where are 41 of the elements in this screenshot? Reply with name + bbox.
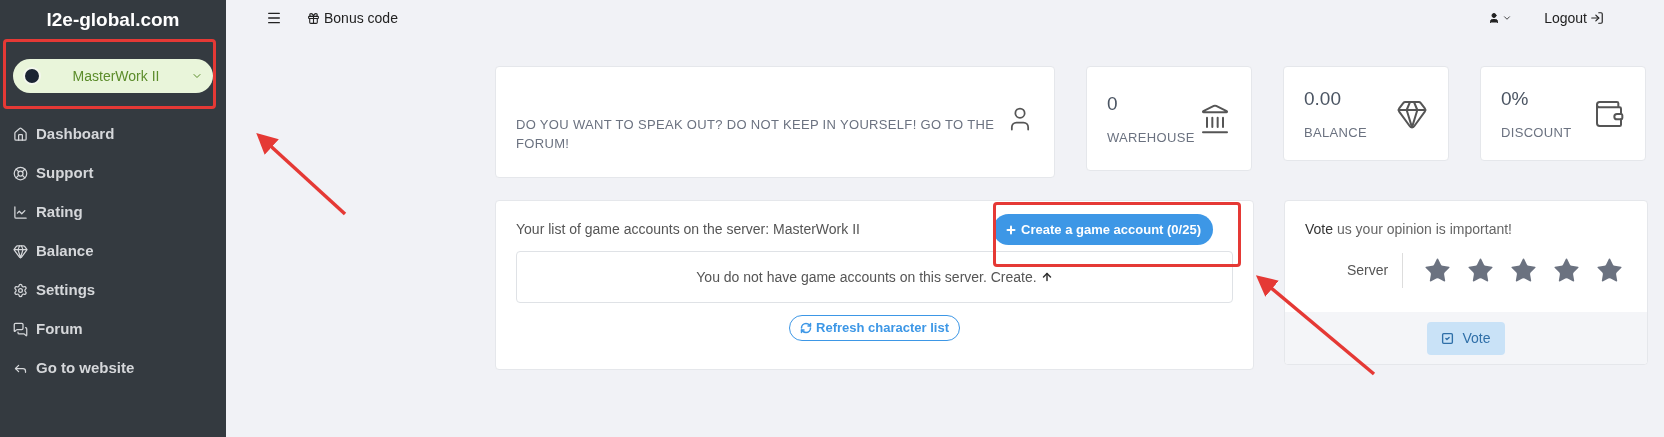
logout-icon [1590,11,1604,25]
checkbox-icon [1441,331,1455,345]
arrow-up-icon [1040,271,1053,283]
diamond-icon [13,244,28,259]
menu-icon[interactable] [266,10,282,26]
sidebar-item[interactable]: Rating [0,193,226,232]
gift-icon [307,11,320,25]
chat-icon [13,322,28,337]
sidebar-item[interactable]: Settings [0,271,226,310]
refresh-icon [800,322,812,334]
plus-icon [1005,223,1018,236]
sidebar-item[interactable]: Support [0,154,226,193]
stat-value: 0% [1501,86,1530,111]
server-select[interactable]: MasterWork II [13,59,213,93]
logout-link[interactable]: Logout [1544,7,1604,29]
vote-title: Vote us your opinion is important! [1305,221,1512,237]
server-logo-icon [23,67,41,85]
stat-label: DISCOUNT [1501,124,1572,142]
bank-icon [1199,102,1231,135]
stat-value: 0.00 [1304,86,1342,111]
bonus-code-link[interactable]: Bonus code [307,7,398,29]
user-icon [1488,12,1501,24]
caret-icon [1502,13,1513,23]
sidebar-item[interactable]: Balance [0,232,226,271]
accounts-title: Your list of game accounts on the server: MasterWork II [516,220,860,239]
server-label: Server [1347,253,1404,288]
stat-label: BALANCE [1304,124,1367,142]
stat-value: 0 [1107,91,1119,116]
empty-message: You do not have game accounts on this server. Create. [696,267,1037,287]
sidebar-item[interactable]: Dashboard [0,115,226,154]
sidebar-item[interactable]: Go to website [0,349,226,388]
vote-button[interactable]: Vote [1427,321,1505,355]
line-chart-icon [13,205,28,220]
settings-icon [13,283,28,298]
home-icon [13,127,28,142]
lifebuoy-icon [13,166,28,181]
sidebar-item[interactable]: Forum [0,310,226,349]
stat-label: WAREHOUSE [1107,129,1195,147]
user-menu-button[interactable] [1488,12,1513,24]
brand-title: l2e-global.com [45,8,181,32]
forum-message: DO YOU WANT TO SPEAK OUT? DO NOT KEEP IN YOURSELF! GO TO THE FORUM! [516,116,996,153]
